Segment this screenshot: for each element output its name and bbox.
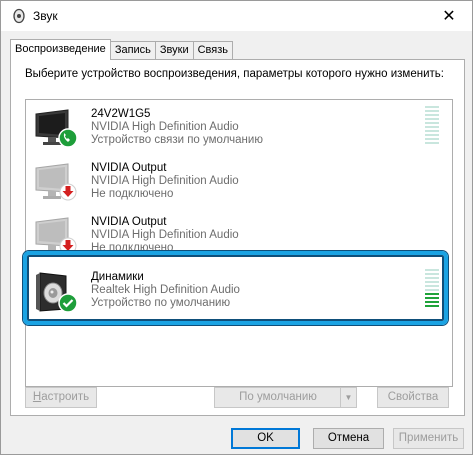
chevron-down-icon[interactable]: ▼ — [340, 388, 356, 407]
device-driver: NVIDIA High Definition Audio — [91, 175, 239, 187]
level-segment — [425, 122, 439, 124]
window-title: Звук — [33, 9, 58, 23]
title-bar[interactable]: Звук ✕ — [1, 1, 472, 31]
properties-button[interactable]: Свойства — [377, 387, 449, 408]
device-status: Не подключено — [91, 188, 174, 200]
cancel-button[interactable]: Отмена — [313, 428, 384, 449]
device-item[interactable]: NVIDIA Output NVIDIA High Definition Aud… — [26, 154, 452, 208]
configure-rest: астроить — [41, 391, 90, 403]
level-segment — [425, 142, 439, 144]
monitor-icon — [35, 163, 77, 201]
set-default-split-button[interactable]: По умолчанию ▼ — [214, 387, 357, 408]
tab-recording[interactable]: Запись — [109, 41, 156, 60]
volume-level-meter — [425, 106, 439, 146]
close-button[interactable]: ✕ — [426, 1, 472, 31]
tab-playback[interactable]: Воспроизведение — [10, 39, 111, 60]
device-driver: NVIDIA High Definition Audio — [91, 121, 239, 133]
device-name: 24V2W1G5 — [91, 108, 151, 120]
device-list[interactable]: 24V2W1G5 NVIDIA High Definition Audio Ус… — [25, 99, 453, 387]
monitor-icon — [35, 109, 78, 148]
device-item[interactable]: 24V2W1G5 NVIDIA High Definition Audio Ус… — [26, 100, 452, 154]
device-name: NVIDIA Output — [91, 216, 167, 228]
phone-badge-icon — [58, 128, 78, 148]
set-default-label: По умолчанию — [239, 391, 317, 403]
speaker-app-icon — [11, 8, 27, 24]
level-segment — [425, 134, 439, 136]
down-arrow-badge-icon — [59, 183, 77, 201]
tab-communications[interactable]: Связь — [192, 41, 234, 60]
configure-accel: Н — [32, 391, 42, 403]
device-status: Устройство связи по умолчанию — [91, 134, 263, 146]
device-name: NVIDIA Output — [91, 162, 167, 174]
sound-dialog: Звук ✕ Воспроизведение Запись Звуки Связ… — [0, 0, 473, 455]
selection-highlight — [23, 251, 448, 325]
tab-sounds[interactable]: Звуки — [154, 41, 194, 60]
level-segment — [425, 126, 439, 128]
ok-button[interactable]: OK — [231, 428, 300, 449]
tab-strip: Воспроизведение Запись Звуки Связь — [10, 39, 234, 60]
level-segment — [425, 118, 439, 120]
level-segment — [425, 110, 439, 112]
level-segment — [425, 106, 439, 108]
level-segment — [425, 130, 439, 132]
level-segment — [425, 114, 439, 116]
playback-panel: Выберите устройство воспроизведения, пар… — [10, 59, 465, 416]
device-driver: NVIDIA High Definition Audio — [91, 229, 239, 241]
configure-button[interactable]: Настроить — [25, 387, 97, 408]
level-segment — [425, 138, 439, 140]
apply-button[interactable]: Применить — [393, 428, 464, 449]
panel-description: Выберите устройство воспроизведения, пар… — [25, 68, 444, 80]
